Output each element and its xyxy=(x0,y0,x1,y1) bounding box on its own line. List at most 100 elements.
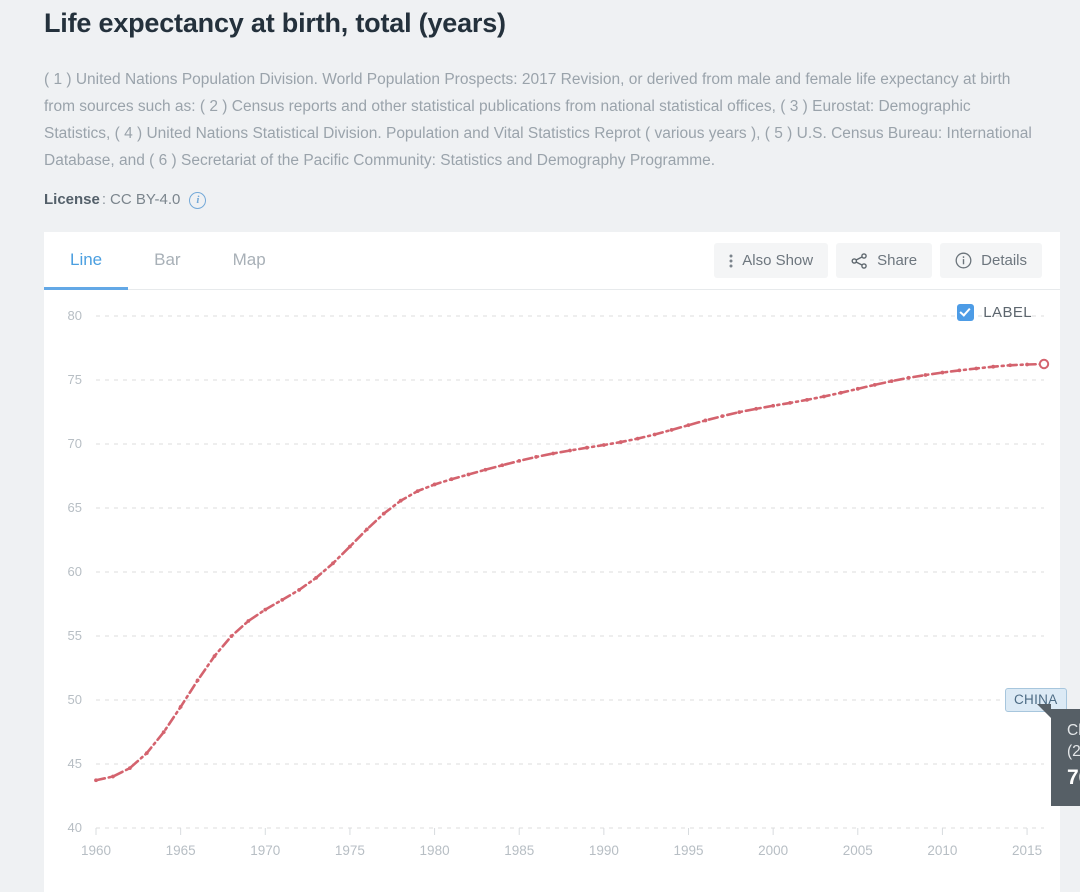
chart-type-tabs: Line Bar Map xyxy=(44,232,292,290)
series-point xyxy=(348,544,352,549)
series-point xyxy=(601,443,606,447)
details-button[interactable]: Details xyxy=(940,243,1042,278)
series-point xyxy=(788,401,792,405)
x-axis-tick-label: 1965 xyxy=(166,843,196,858)
x-axis-tick-label: 2015 xyxy=(1012,843,1042,858)
series-point xyxy=(229,634,234,639)
series-point xyxy=(822,394,826,399)
series-point xyxy=(432,482,437,487)
series-point xyxy=(838,390,843,395)
series-point xyxy=(1025,362,1029,367)
x-axis-tick-label: 2010 xyxy=(927,843,957,858)
series-line-china xyxy=(94,362,1046,782)
series-point xyxy=(855,386,860,391)
share-icon xyxy=(851,252,868,269)
y-axis-tick-label: 80 xyxy=(68,308,82,323)
series-point xyxy=(178,705,183,709)
y-axis-tick-label: 55 xyxy=(68,628,82,643)
series-point xyxy=(957,368,962,373)
license-separator: : xyxy=(101,191,107,208)
also-show-label: Also Show xyxy=(742,252,814,269)
series-point xyxy=(720,414,725,418)
series-point xyxy=(585,445,589,450)
x-axis-tick-label: 1975 xyxy=(335,843,365,858)
series-point xyxy=(805,397,809,402)
tab-line-label: Line xyxy=(70,249,103,269)
tooltip-year: (2016) xyxy=(1067,743,1080,760)
series-point xyxy=(195,678,200,683)
y-axis-tick-label: 70 xyxy=(68,436,82,451)
highlighted-point xyxy=(1038,358,1050,370)
license-line: License : CC BY-4.0 i xyxy=(44,174,1036,210)
series-point xyxy=(923,373,928,377)
series-point xyxy=(483,467,488,472)
series-point xyxy=(940,370,945,375)
line-chart[interactable]: 40 45 50 55 60 65 70 75 80 1960 1965 1970 1975 1980 19… xyxy=(44,290,1060,890)
x-axis-tick-label: 1995 xyxy=(673,843,703,858)
series-point xyxy=(618,440,623,444)
label-toggle[interactable]: LABEL xyxy=(957,304,1032,321)
y-axis-tick-label: 65 xyxy=(68,500,82,515)
series-point xyxy=(500,463,505,468)
series-point xyxy=(872,382,877,387)
y-axis-tick-label: 75 xyxy=(68,372,82,387)
series-point xyxy=(111,774,115,779)
series-point xyxy=(449,477,454,482)
series-point xyxy=(280,598,285,602)
series-point xyxy=(754,406,759,411)
y-axis-tick-label: 40 xyxy=(68,820,82,835)
kebab-menu-icon xyxy=(729,254,733,268)
series-point xyxy=(686,423,691,428)
series-point xyxy=(771,403,776,408)
page-root: Life expectancy at birth, total (years) … xyxy=(0,0,1080,892)
series-point xyxy=(635,436,640,441)
page-title: Life expectancy at birth, total (years) xyxy=(44,8,506,38)
share-button[interactable]: Share xyxy=(836,243,933,278)
series-point xyxy=(127,766,132,770)
series-point xyxy=(534,455,539,459)
x-axis-tick-label: 1990 xyxy=(589,843,619,858)
tooltip-country: China xyxy=(1067,722,1080,739)
tooltip-value: 76.25 xyxy=(1067,766,1080,789)
series-point xyxy=(466,472,471,477)
series-point xyxy=(703,418,708,423)
x-axis-tick-label: 2005 xyxy=(843,843,873,858)
tab-bar-label: Bar xyxy=(154,249,181,269)
series-point xyxy=(669,428,674,432)
share-label: Share xyxy=(877,252,918,269)
x-axis-tick-label: 2000 xyxy=(758,843,788,858)
series-point xyxy=(331,561,335,566)
x-axis-tick-label: 1970 xyxy=(250,843,280,858)
series-point xyxy=(652,432,657,437)
series-point xyxy=(246,619,251,623)
tab-bar[interactable]: Bar xyxy=(128,232,206,290)
series-point xyxy=(364,527,369,532)
series-point xyxy=(314,575,318,580)
license-value[interactable]: CC BY-4.0 xyxy=(110,190,180,210)
series-point xyxy=(381,511,386,516)
x-axis-tick-label: 1985 xyxy=(504,843,534,858)
series-point xyxy=(551,451,555,456)
label-checkbox[interactable] xyxy=(957,304,975,321)
series-point xyxy=(263,607,268,612)
series-point xyxy=(568,448,572,453)
x-axis-tick-label: 1980 xyxy=(420,843,450,858)
data-point-tooltip: China (2016) 76.25 xyxy=(1051,709,1080,806)
series-point xyxy=(297,588,302,592)
series-point xyxy=(144,751,149,756)
series-point xyxy=(517,458,522,463)
chart-area: LABEL 40 45 50 55 60 65 70 75 80 1960 1965 1970 1975… xyxy=(44,290,1080,890)
tab-map[interactable]: Map xyxy=(207,232,292,290)
series-point xyxy=(1008,363,1013,368)
y-axis-tick-label: 45 xyxy=(68,756,82,771)
x-axis-tick-label: 1960 xyxy=(81,843,111,858)
tooltip-arrow xyxy=(1037,704,1051,718)
info-circle-icon[interactable]: i xyxy=(189,191,207,209)
tab-line[interactable]: Line xyxy=(44,232,129,290)
tab-map-label: Map xyxy=(232,249,266,269)
info-circle-icon xyxy=(955,252,972,269)
series-point xyxy=(737,410,742,415)
series-point xyxy=(415,489,420,494)
series-point xyxy=(94,778,98,783)
also-show-button[interactable]: Also Show xyxy=(714,243,829,278)
